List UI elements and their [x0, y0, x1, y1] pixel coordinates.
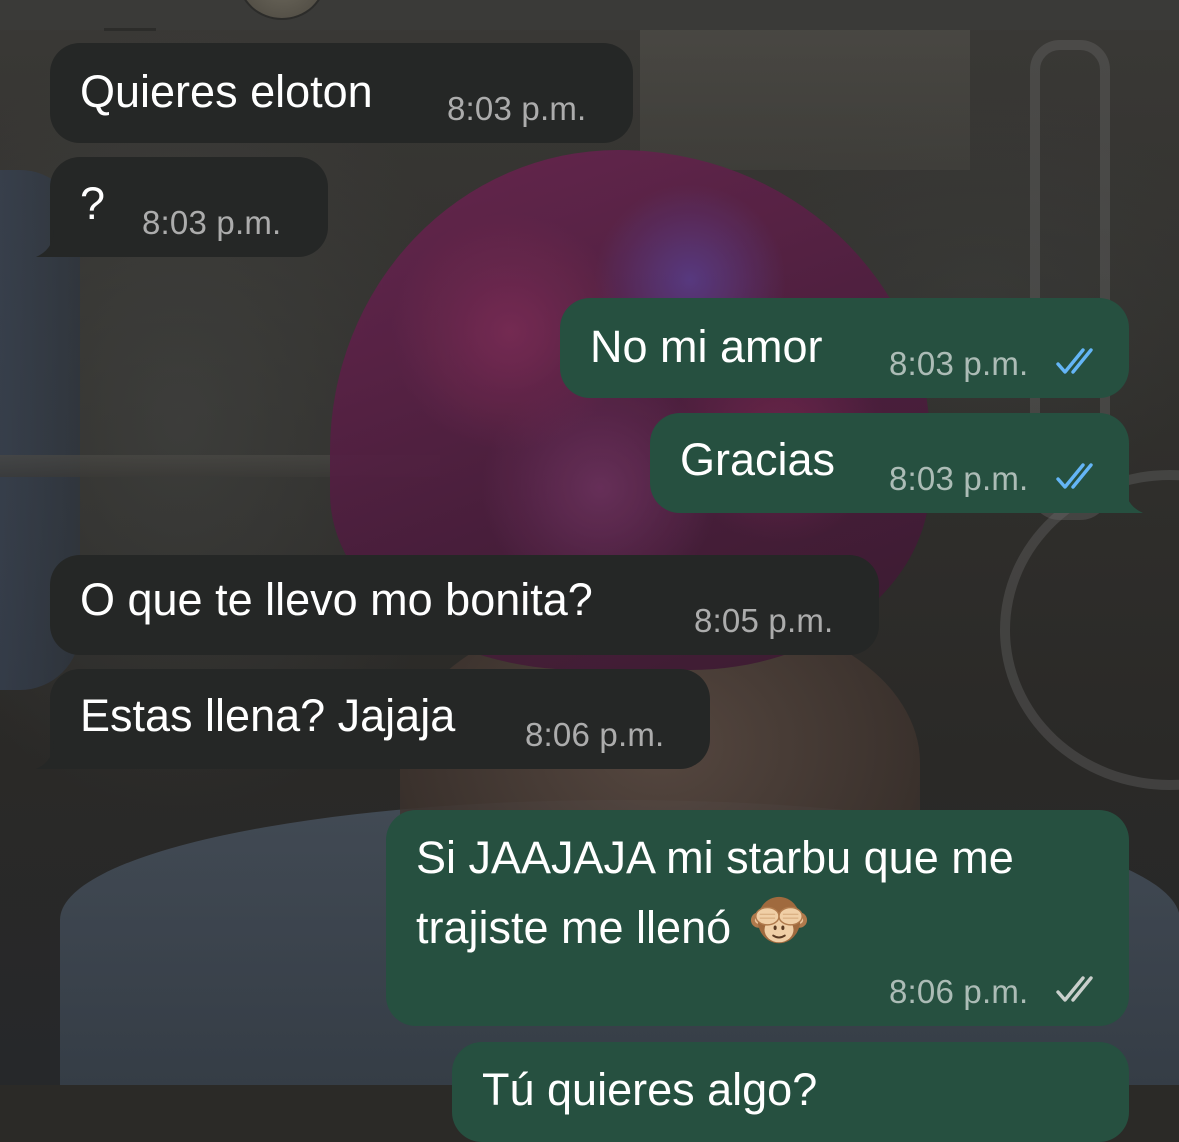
message-text: O que te llevo mo bonita? — [80, 574, 593, 625]
divider — [104, 28, 156, 31]
message-text: Estas llena? Jajaja — [80, 690, 456, 741]
message-time: 8:03 p.m. — [889, 460, 1029, 497]
message-text: Quieres eloton — [80, 66, 373, 117]
bubble-tail — [1113, 485, 1143, 513]
incoming-message-bubble[interactable]: Estas llena? Jajaja 8:06 p.m. — [36, 669, 710, 769]
read-double-check-icon — [1056, 463, 1093, 489]
message-text-line-2: trajiste me llenó — [416, 902, 732, 953]
message-text: Tú quieres algo? — [482, 1064, 818, 1115]
message-time: 8:03 p.m. — [889, 345, 1029, 382]
incoming-message-bubble[interactable]: O que te llevo mo bonita? 8:05 p.m. — [50, 555, 879, 655]
incoming-message-bubble[interactable]: ? 8:03 p.m. — [36, 157, 328, 257]
chat-header — [0, 0, 1179, 31]
bubble-tail — [36, 229, 66, 257]
wallpaper-shape — [640, 30, 970, 170]
see-no-evil-monkey-icon — [750, 896, 807, 944]
outgoing-message-bubble[interactable]: Tú quieres algo? — [452, 1042, 1129, 1142]
message-text-line-2-wrap: trajiste me llenó — [416, 893, 808, 959]
message-time: 8:06 p.m. — [889, 973, 1029, 1010]
message-text-line-1: Si JAAJAJA mi starbu que me — [416, 832, 1014, 883]
message-time: 8:05 p.m. — [694, 602, 834, 639]
outgoing-message-bubble[interactable]: No mi amor 8:03 p.m. — [560, 298, 1129, 398]
incoming-message-bubble[interactable]: Quieres eloton 8:03 p.m. — [50, 43, 633, 143]
outgoing-message-bubble[interactable]: Gracias 8:03 p.m. — [650, 413, 1143, 513]
message-text: ? — [80, 178, 106, 229]
outgoing-message-bubble[interactable]: Si JAAJAJA mi starbu que me trajiste me … — [386, 810, 1129, 1026]
read-double-check-icon — [1056, 348, 1093, 374]
delivered-double-check-icon — [1056, 976, 1093, 1002]
bubble-tail — [36, 741, 66, 769]
avatar[interactable] — [238, 0, 326, 20]
message-text: No mi amor — [590, 321, 823, 372]
message-time: 8:03 p.m. — [142, 204, 282, 241]
message-time: 8:06 p.m. — [525, 716, 665, 753]
message-text: Gracias — [680, 434, 836, 485]
message-time: 8:03 p.m. — [447, 90, 587, 127]
